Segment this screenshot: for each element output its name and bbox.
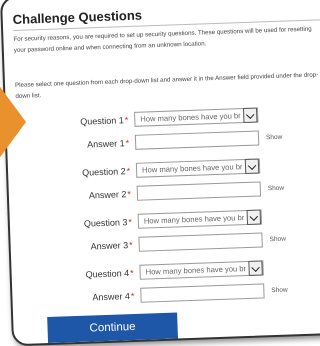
answer-4-input[interactable] xyxy=(140,283,265,303)
orange-pointer-arrow xyxy=(0,84,26,160)
answer-3-input[interactable] xyxy=(138,232,263,252)
required-marker: * xyxy=(127,189,132,200)
question-4-selected-value: How many bones have you broken? xyxy=(145,264,246,277)
required-marker: * xyxy=(128,239,133,251)
page-title: Challenge Questions xyxy=(12,7,143,28)
instructions-text: Please select one question from each dro… xyxy=(14,71,319,100)
required-marker: * xyxy=(128,217,133,228)
answer-3-label: Answer 3* xyxy=(90,240,132,251)
question-2-dropdown-button[interactable] xyxy=(244,158,260,175)
question-3-label-text: Question 3 xyxy=(83,217,128,229)
chevron-down-icon xyxy=(251,263,260,272)
question-2-label: Question 2* xyxy=(82,166,130,178)
required-marker: * xyxy=(130,290,135,302)
continue-button[interactable]: Continue xyxy=(47,312,178,343)
chevron-down-icon xyxy=(247,161,257,171)
question-3-select[interactable]: How many bones have you broken? xyxy=(137,209,263,229)
question-3-dropdown-button[interactable] xyxy=(246,209,262,225)
question-4-label-text: Question 4 xyxy=(85,268,130,280)
chevron-down-icon xyxy=(249,212,259,221)
required-marker: * xyxy=(124,115,129,126)
required-marker: * xyxy=(126,166,131,177)
question-3-selected-value: How many bones have you broken? xyxy=(143,213,244,226)
question-2-selected-value: How many bones have you broken? xyxy=(141,162,243,175)
question-2-select[interactable]: How many bones have you broken? xyxy=(135,158,261,178)
answer-4-show-link[interactable]: Show xyxy=(271,287,288,295)
answer-2-show-link[interactable]: Show xyxy=(268,185,285,193)
chevron-down-icon xyxy=(245,110,255,120)
answer-1-label: Answer 1* xyxy=(87,138,129,149)
answer-1-input[interactable] xyxy=(134,130,260,150)
answer-2-label-text: Answer 2 xyxy=(88,189,127,201)
question-4-label: Question 4* xyxy=(85,268,133,280)
answer-3-label-text: Answer 3 xyxy=(90,240,129,252)
answer-2-label: Answer 2* xyxy=(89,189,131,200)
answer-4-label-text: Answer 4 xyxy=(92,291,131,303)
question-1-select[interactable]: How many bones have you broken? xyxy=(134,107,259,127)
answer-1-label-text: Answer 1 xyxy=(86,138,125,150)
question-4-dropdown-button[interactable] xyxy=(248,260,263,276)
required-marker: * xyxy=(125,138,130,149)
question-3-label: Question 3* xyxy=(84,217,132,229)
question-1-label: Question 1* xyxy=(80,115,128,127)
challenge-questions-card: Challenge Questions For security reasons… xyxy=(0,0,320,346)
answer-2-input[interactable] xyxy=(136,181,262,201)
answer-3-show-link[interactable]: Show xyxy=(269,236,286,244)
question-2-label-text: Question 2 xyxy=(81,166,126,178)
answer-1-show-link[interactable]: Show xyxy=(266,134,283,142)
question-1-label-text: Question 1 xyxy=(80,115,124,127)
question-1-selected-value: How many bones have you broken? xyxy=(140,111,241,124)
answer-4-label: Answer 4* xyxy=(92,291,134,302)
required-marker: * xyxy=(129,267,134,279)
question-1-dropdown-button[interactable] xyxy=(242,107,258,124)
question-4-select[interactable]: How many bones have you broken? xyxy=(139,260,264,280)
